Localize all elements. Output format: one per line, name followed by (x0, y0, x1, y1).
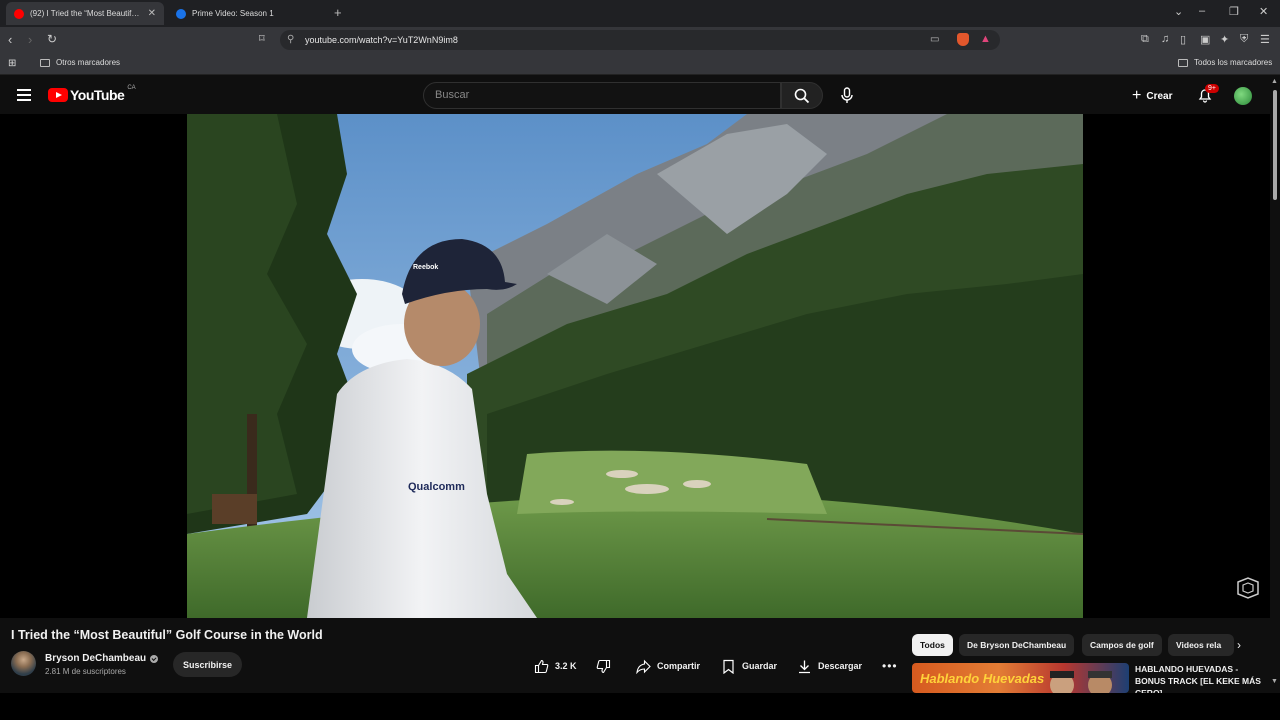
restore-icon[interactable]: ❐ (1229, 5, 1239, 18)
url-text: youtube.com/watch?v=YuT2WnN9im8 (305, 35, 458, 45)
thumbnail-logo-text: Hablando Huevadas (920, 671, 1044, 686)
like-count: 3.2 K (555, 661, 577, 671)
more-actions-icon[interactable]: ••• (882, 659, 898, 673)
video-frame[interactable]: Reebok Qualcomm (187, 114, 1083, 618)
bookmark-folder-label: Todos los marcadores (1194, 58, 1273, 67)
chevron-right-icon[interactable]: › (1237, 638, 1241, 652)
menu-icon[interactable]: ☰ (1260, 33, 1270, 46)
video-player[interactable]: Reebok Qualcomm (0, 114, 1270, 618)
channel-name[interactable]: Bryson DeChambeau (45, 653, 159, 664)
hamburger-menu-icon[interactable] (17, 89, 31, 101)
channel-name-text: Bryson DeChambeau (45, 653, 147, 664)
chip-channel[interactable]: De Bryson DeChambeau (959, 634, 1075, 656)
bookmark-save-icon (723, 659, 734, 674)
wallet-icon[interactable]: ▣ (1200, 33, 1210, 46)
create-label: Crear (1146, 90, 1173, 102)
search-icon (794, 88, 810, 104)
like-button[interactable]: 3.2 K (534, 655, 577, 677)
jacket-logo-text: Qualcomm (408, 481, 465, 493)
search-input[interactable] (435, 89, 765, 101)
country-code: CA (127, 85, 136, 91)
notifications-badge: 9+ (1205, 84, 1219, 93)
tab-list-icon[interactable]: ⌄ (1174, 5, 1183, 18)
thumbs-up-icon (534, 659, 549, 673)
close-window-icon[interactable]: ✕ (1259, 5, 1268, 18)
dislike-button[interactable] (596, 655, 617, 677)
video-title: I Tried the “Most Beautiful” Golf Course… (11, 628, 323, 642)
thumbs-down-icon (596, 659, 611, 673)
extensions-icon[interactable]: ⧉ (1141, 33, 1149, 46)
folder-icon (40, 58, 50, 67)
channel-watermark-icon[interactable] (1236, 576, 1260, 600)
url-field[interactable]: ⚲ youtube.com/watch?v=YuT2WnN9im8 ▭ ▲ (280, 30, 1000, 50)
share-icon (636, 659, 651, 674)
vpn-icon[interactable]: ⛨ (1240, 33, 1248, 46)
voice-search-button[interactable] (836, 84, 858, 106)
prime-video-favicon-icon (176, 8, 186, 19)
recommended-title[interactable]: HABLANDO HUEVADAS - BONUS TRACK [EL KEKE… (1135, 663, 1263, 693)
tab-title: Prime Video: Season 1 (192, 9, 274, 18)
share-button[interactable]: Compartir (636, 655, 700, 677)
tab-youtube-video[interactable]: (92) I Tried the “Most Beautiful” Golf C… (6, 2, 164, 25)
recommended-thumbnail[interactable]: Hablando Huevadas (912, 663, 1129, 693)
site-info-icon[interactable]: ⚲ (287, 34, 294, 45)
forward-icon[interactable]: › (28, 32, 32, 47)
scroll-down-icon[interactable]: ▼ (1271, 678, 1278, 685)
chip-golf-courses[interactable]: Campos de golf (1082, 634, 1162, 656)
leo-ai-icon[interactable]: ✦ (1220, 33, 1229, 46)
bookmark-icon[interactable]: ⌑ (259, 32, 265, 45)
logo-wordmark: YouTube (70, 87, 125, 103)
recommended-thumbnail-art: Hablando Huevadas (920, 671, 1112, 693)
close-tab-icon[interactable]: ✕ (148, 8, 156, 19)
sidebar-icon[interactable]: ▯ (1180, 33, 1186, 46)
video-scene: Reebok Qualcomm (187, 114, 1083, 618)
tab-title: (92) I Tried the “Most Beautiful” Golf C… (30, 9, 140, 18)
page-scrollbar[interactable]: ▲ ▼ (1270, 76, 1280, 690)
reload-icon[interactable]: ↻ (47, 32, 57, 46)
youtube-logo[interactable]: YouTube CA (48, 85, 136, 103)
bookmark-folder-label: Otros marcadores (56, 58, 121, 67)
download-button[interactable]: Descargar (797, 655, 862, 677)
apps-grid-icon[interactable]: ⊞ (8, 58, 16, 69)
youtube-play-icon (48, 88, 68, 102)
scroll-up-icon[interactable]: ▲ (1271, 78, 1278, 85)
search-button[interactable] (781, 82, 823, 109)
bookmarks-bar: ⊞ Otros marcadores Todos los marcadores (0, 53, 1280, 75)
microphone-icon (841, 87, 853, 103)
bookmark-folder-all[interactable]: Todos los marcadores (1178, 58, 1272, 67)
minimize-icon[interactable]: – (1199, 5, 1205, 17)
download-label: Descargar (818, 661, 863, 671)
new-tab-button[interactable]: + (334, 5, 342, 20)
folder-icon (1178, 58, 1188, 67)
save-label: Guardar (742, 661, 778, 671)
plus-icon: + (1132, 87, 1142, 104)
tab-prime-video[interactable]: Prime Video: Season 1 (168, 2, 328, 25)
subscribe-button[interactable]: Suscribirse (173, 652, 243, 677)
address-bar-row: ‹ › ↻ ⌑ ⚲ youtube.com/watch?v=YuT2WnN9im… (0, 27, 1280, 53)
media-icon[interactable]: ♫ (1161, 33, 1169, 45)
cast-icon[interactable]: ▭ (930, 34, 939, 45)
save-button[interactable]: Guardar (721, 655, 777, 677)
channel-avatar[interactable] (11, 651, 36, 676)
verified-badge-icon (150, 654, 159, 663)
brave-shield-icon[interactable] (957, 33, 969, 46)
back-icon[interactable]: ‹ (8, 32, 12, 47)
search-box (423, 82, 781, 109)
bookmark-folder-other[interactable]: Otros marcadores (40, 58, 120, 67)
youtube-header: YouTube CA + Crear 9+ (0, 76, 1280, 114)
scrollbar-thumb[interactable] (1273, 90, 1277, 200)
share-label: Compartir (657, 661, 701, 671)
create-button[interactable]: + Crear (1132, 87, 1172, 105)
browser-tab-bar: (92) I Tried the “Most Beautiful” Golf C… (0, 0, 1280, 27)
youtube-favicon-icon (14, 8, 24, 19)
cap-logo-text: Reebok (413, 264, 438, 271)
account-avatar[interactable] (1234, 87, 1252, 105)
chip-todos[interactable]: Todos (912, 634, 953, 656)
chip-related-videos[interactable]: Videos rela (1168, 634, 1234, 656)
subscriber-count: 2.81 M de suscriptores (45, 667, 126, 676)
download-icon (799, 660, 810, 673)
brave-rewards-icon[interactable]: ▲ (980, 33, 991, 45)
bottom-edge (0, 693, 1280, 720)
